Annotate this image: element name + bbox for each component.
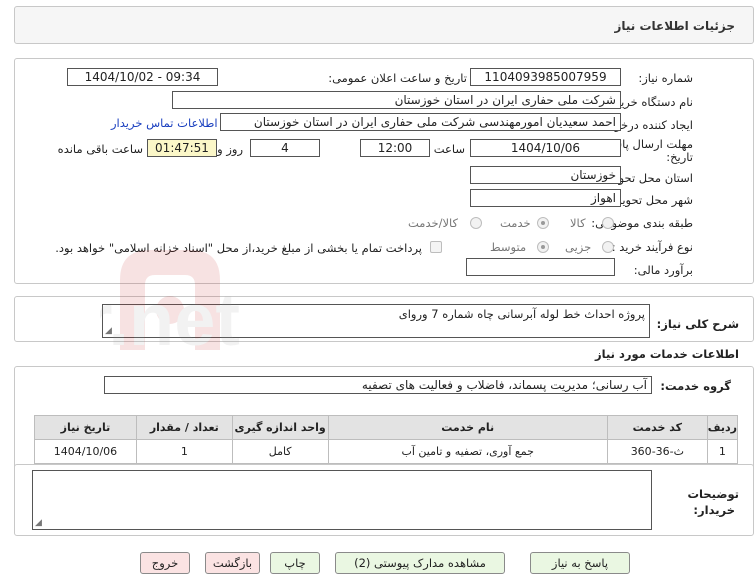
services-table-header: ردیف کد خدمت نام خدمت واحد اندازه گیری ت… [34,415,739,440]
announce-field: 1404/10/02 - 09:34 [67,68,218,86]
buyer-notes-label: توضیحات [687,487,740,501]
service-group-label: گروه خدمت: [660,379,731,393]
cell-quantity: 1 [135,439,233,464]
page-title: جزئیات اطلاعات نیاز [614,19,735,33]
creator-field: احمد سعیدیان امورمهندسی شرکت ملی حفاری ا… [220,113,621,131]
city-field: اهواز [470,189,621,207]
category-radio-goods-service[interactable] [470,217,482,229]
buyer-notes-textarea[interactable]: ◢ [32,470,652,530]
category-radio-goods[interactable] [602,217,614,229]
process-option-medium: متوسط [490,240,527,254]
city-label: شهر محل تحویل: [609,193,693,207]
deadline-label-date: تاریخ: [666,150,693,164]
treasury-payment-note: پرداخت تمام یا بخشی از مبلغ خرید،از محل … [55,241,422,255]
description-textarea: پروژه احداث خط لوله آبرسانی چاه شماره 7 … [102,304,650,338]
budget-label: برآورد مالی: [633,263,693,277]
view-attachments-button[interactable]: مشاهده مدارک پیوستی (2) [335,552,505,574]
time-label: ساعت [433,142,465,156]
cell-service-code: ث-36-360 [606,439,708,464]
services-table: ردیف کد خدمت نام خدمت واحد اندازه گیری ت… [34,415,739,464]
category-radio-service[interactable] [537,217,549,229]
cell-need-date: 1404/10/06 [34,439,137,464]
cell-unit: کامل [231,439,329,464]
budget-field[interactable] [466,258,615,276]
buyer-contact-link[interactable]: اطلاعات تماس خریدار [111,116,218,130]
table-row: 1 ث-36-360 جمع آوری، تصفیه و تامین آب کا… [34,439,739,464]
col-service-code: کد خدمت [606,415,708,440]
days-field: 4 [250,139,320,157]
remaining-time-field: 01:47:51 [147,139,217,157]
buyer-notes-label-2: خریدار: [693,503,735,517]
category-option-goods: کالا [570,216,586,230]
col-quantity: تعداد / مقدار [135,415,233,440]
description-label: شرح کلی نیاز: [656,317,739,331]
need-number-field: 1104093985007959 [470,68,621,86]
category-option-service: خدمت [500,216,531,230]
process-option-minor: جزیی [565,240,592,254]
resize-grip-icon: ◢ [35,518,42,528]
description-text: پروژه احداث خط لوله آبرسانی چاه شماره 7 … [398,307,645,321]
back-button[interactable]: بازگشت [205,552,260,574]
print-button[interactable]: چاپ [270,552,320,574]
remaining-label: ساعت باقی مانده [57,142,143,156]
col-row: ردیف [706,415,739,440]
cell-service-name: جمع آوری، تصفیه و تامین آب [327,439,608,464]
process-label: نوع فرآیند خرید : [611,240,693,254]
col-unit: واحد اندازه گیری [231,415,329,440]
process-radio-minor[interactable] [602,241,614,253]
deadline-time-field: 12:00 [360,139,430,157]
resize-grip-icon: ◢ [105,326,112,336]
col-need-date: تاریخ نیاز [34,415,137,440]
category-option-goods-service: کالا/خدمت [408,216,459,230]
process-radio-medium[interactable] [537,241,549,253]
announce-label: تاریخ و ساعت اعلان عمومی: [328,71,467,85]
cell-row: 1 [706,439,739,464]
reply-button[interactable]: پاسخ به نیاز [530,552,630,574]
buyer-field: شرکت ملی حفاری ایران در استان خوزستان [172,91,621,109]
need-number-label: شماره نیاز: [638,71,693,85]
col-service-name: نام خدمت [327,415,608,440]
services-section-title: اطلاعات خدمات مورد نیاز [595,347,739,361]
deadline-date-field: 1404/10/06 [470,139,621,157]
days-label: روز و [217,142,243,156]
service-group-field: آب رسانی؛ مدیریت پسماند، فاضلاب و فعالیت… [104,376,652,394]
treasury-payment-checkbox[interactable] [430,241,442,253]
province-field: خوزستان [470,166,621,184]
exit-button[interactable]: خروج [140,552,190,574]
page-header: جزئیات اطلاعات نیاز [14,6,754,44]
